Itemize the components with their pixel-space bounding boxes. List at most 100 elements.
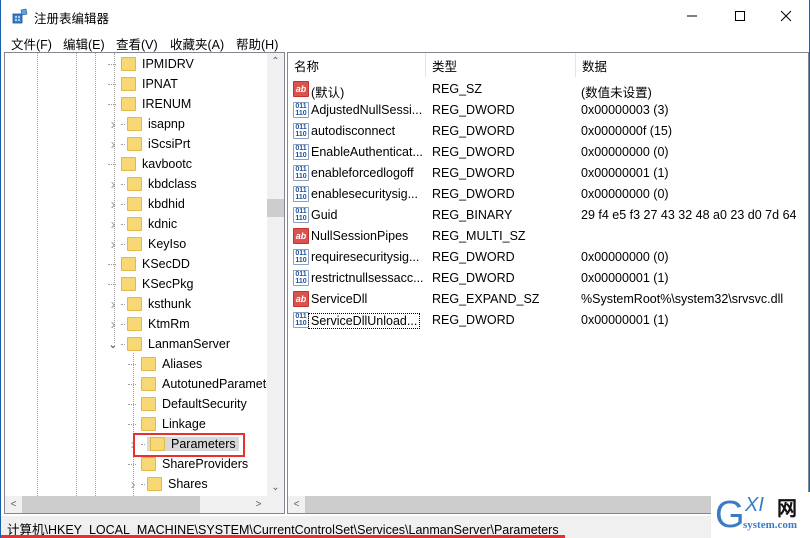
tree-item-defaultsecurity[interactable]: DefaultSecurity	[127, 394, 247, 414]
status-bar: 计算机\HKEY_LOCAL_MACHINE\SYSTEM\CurrentCon…	[1, 516, 809, 538]
scroll-right-arrow-icon[interactable]: >	[250, 496, 267, 513]
menu-edit[interactable]: 编辑(E)	[63, 34, 105, 53]
value-row[interactable]: 011 110 restrictnullsessacc... REG_DWORD 0x0…	[288, 268, 808, 289]
value-name: ServiceDll	[311, 292, 368, 306]
value-row[interactable]: ab (默认) REG_SZ (数值未设置)	[288, 79, 808, 100]
tree-item-ksecdd[interactable]: KSecDD	[107, 254, 190, 274]
tree-vertical-scroll-thumb[interactable]	[267, 199, 284, 217]
bin-bottom: 110	[295, 215, 307, 222]
value-data: 0x00000001 (1)	[581, 313, 669, 327]
scroll-left-arrow-icon[interactable]: <	[288, 496, 305, 513]
tree-item-content: KSecPkg	[121, 277, 193, 291]
tree-item-lanmanserver[interactable]: ⌄ LanmanServer	[107, 334, 230, 354]
list-horizontal-scroll-thumb[interactable]	[305, 496, 713, 513]
tree-vertical-scrollbar[interactable]: ⌃ ⌄	[267, 53, 284, 496]
tree-item-kbdhid[interactable]: › kbdhid	[107, 194, 185, 214]
tree-item-shares[interactable]: › Shares	[127, 474, 208, 494]
column-header-type[interactable]: 类型	[426, 53, 576, 77]
maximize-button[interactable]	[717, 0, 763, 32]
expand-chevron-icon[interactable]: ›	[127, 476, 139, 493]
watermark-brand: XI	[745, 494, 764, 516]
tree-connector	[127, 418, 139, 430]
expand-chevron-icon[interactable]: ›	[107, 296, 119, 313]
menu-view[interactable]: 查看(V)	[116, 34, 158, 53]
tree-guide-line	[95, 53, 96, 496]
value-row[interactable]: ab NullSessionPipes REG_MULTI_SZ	[288, 226, 808, 247]
value-row[interactable]: ab ServiceDll REG_EXPAND_SZ %SystemRoot%\sy…	[288, 289, 808, 310]
tree-item-content: isapnp	[127, 117, 185, 131]
minimize-icon	[687, 15, 697, 17]
tree-horizontal-scroll-thumb[interactable]	[22, 496, 200, 513]
tree-item-kbdclass[interactable]: › kbdclass	[107, 174, 197, 194]
tree-item-ksthunk[interactable]: › ksthunk	[107, 294, 192, 314]
binary-value-icon: 011 110	[293, 165, 309, 181]
tree-item-kavbootc[interactable]: kavbootc	[107, 154, 192, 174]
tree-item-label: kavbootc	[142, 157, 193, 171]
tree-item-iscsiprt[interactable]: › iScsiPrt	[107, 134, 191, 154]
column-header-name[interactable]: 名称	[288, 53, 426, 77]
menu-help[interactable]: 帮助(H)	[236, 34, 278, 53]
tree-item-content: IRENUM	[121, 97, 191, 111]
value-row[interactable]: 011 110 ServiceDllUnload... REG_DWORD 0x0000…	[288, 310, 808, 331]
tree-item-ipnat[interactable]: IPNAT	[107, 74, 178, 94]
tree-connector	[107, 78, 119, 90]
title-bar: 注册表编辑器	[1, 0, 809, 32]
menu-file[interactable]: 文件(F)	[11, 34, 52, 53]
close-button[interactable]	[763, 0, 809, 32]
expand-chevron-icon[interactable]: ›	[107, 236, 119, 253]
value-type: REG_DWORD	[432, 187, 515, 201]
value-name: EnableAuthenticat...	[311, 145, 423, 159]
expand-chevron-icon[interactable]: ›	[107, 316, 119, 333]
tree-item-keyiso[interactable]: › KeyIso	[107, 234, 187, 254]
scroll-down-arrow-icon[interactable]: ⌄	[267, 479, 284, 496]
value-row[interactable]: 011 110 Guid REG_BINARY 29 f4 e5 f3 27 43 32…	[288, 205, 808, 226]
value-data: 0x00000000 (0)	[581, 187, 669, 201]
scroll-up-arrow-icon[interactable]: ⌃	[267, 53, 284, 70]
tree-connector	[127, 358, 139, 370]
bin-top: 011	[295, 187, 307, 194]
column-header-name-label: 名称	[294, 59, 320, 74]
tree-item-content: KSecDD	[121, 257, 190, 271]
binary-value-icon: 011 110	[293, 123, 309, 139]
tree-item-shareproviders[interactable]: ShareProviders	[127, 454, 248, 474]
folder-icon	[127, 117, 142, 131]
minimize-button[interactable]	[669, 0, 715, 32]
expand-chevron-icon[interactable]: ›	[107, 216, 119, 233]
value-name: ServiceDllUnload...	[308, 313, 421, 329]
tree-item-label: isapnp	[148, 117, 185, 131]
tree-connector	[107, 258, 119, 270]
value-row[interactable]: 011 110 AdjustedNullSessi... REG_DWORD 0x000…	[288, 100, 808, 121]
tree-item-irenum[interactable]: IRENUM	[107, 94, 191, 114]
tree-connector	[121, 303, 125, 305]
tree-horizontal-scrollbar[interactable]: < >	[5, 496, 284, 513]
tree-guide-line	[37, 53, 38, 496]
tree-item-aliases[interactable]: Aliases	[127, 354, 202, 374]
expand-chevron-icon[interactable]: ›	[107, 116, 119, 133]
tree-item-label: IPMIDRV	[142, 57, 194, 71]
tree-item-autotunedparameters[interactable]: AutotunedParameters	[127, 374, 284, 394]
tree-item-ipmidrv[interactable]: IPMIDRV	[107, 54, 194, 74]
tree-item-kdnic[interactable]: › kdnic	[107, 214, 178, 234]
tree-connector	[121, 183, 125, 185]
value-row[interactable]: 011 110 requiresecuritysig... REG_DWORD 0x00…	[288, 247, 808, 268]
scroll-left-arrow-icon[interactable]: <	[5, 496, 22, 513]
tree-item-isapnp[interactable]: › isapnp	[107, 114, 185, 134]
registry-values-list[interactable]: 名称 类型 数据 ab (默认) REG_SZ (数值未设置) 011 110 Adjust…	[287, 52, 809, 514]
value-row[interactable]: 011 110 autodisconnect REG_DWORD 0x0000000f …	[288, 121, 808, 142]
value-row[interactable]: 011 110 enablesecuritysig... REG_DWORD 0x000…	[288, 184, 808, 205]
value-row[interactable]: 011 110 EnableAuthenticat... REG_DWORD 0x000…	[288, 142, 808, 163]
tree-item-ktmrm[interactable]: › KtmRm	[107, 314, 190, 334]
tree-connector	[121, 323, 125, 325]
expand-chevron-icon[interactable]: ›	[107, 136, 119, 153]
tree-item-linkage[interactable]: Linkage	[127, 414, 206, 434]
registry-editor-window: 注册表编辑器 文件(F) 编辑(E) 查看(V) 收藏夹(A) 帮助(H) IP…	[0, 0, 810, 538]
value-type: REG_BINARY	[432, 208, 513, 222]
collapse-chevron-icon[interactable]: ⌄	[107, 338, 119, 351]
expand-chevron-icon[interactable]: ›	[107, 196, 119, 213]
menu-favorites[interactable]: 收藏夹(A)	[170, 34, 224, 53]
list-horizontal-scrollbar[interactable]: <	[288, 496, 713, 513]
tree-item-ksecpkg[interactable]: KSecPkg	[107, 274, 193, 294]
column-header-data[interactable]: 数据	[576, 53, 808, 77]
value-row[interactable]: 011 110 enableforcedlogoff REG_DWORD 0x00000…	[288, 163, 808, 184]
expand-chevron-icon[interactable]: ›	[107, 176, 119, 193]
